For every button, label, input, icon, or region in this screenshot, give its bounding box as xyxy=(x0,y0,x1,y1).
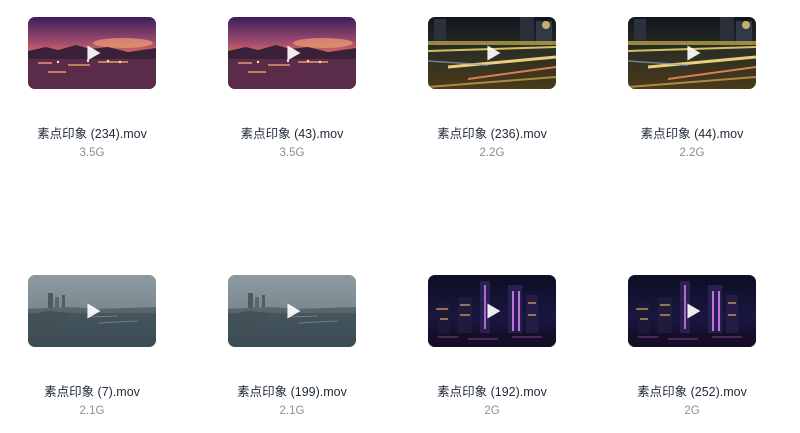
file-tile[interactable]: 素点印象 (234).mov 3.5G xyxy=(0,17,192,160)
file-grid: 素点印象 (234).mov 3.5G 素点印象 (43).mov 3.5G 素点印象 … xyxy=(0,0,800,433)
file-tile[interactable]: 素点印象 (236).mov 2.2G xyxy=(392,17,592,160)
file-size: 2.1G xyxy=(279,405,305,417)
file-tile[interactable]: 素点印象 (252).mov 2G xyxy=(592,275,792,418)
play-icon xyxy=(687,45,701,61)
file-name[interactable]: 素点印象 (43).mov xyxy=(192,126,392,142)
file-tile[interactable]: 素点印象 (44).mov 2.2G xyxy=(592,17,792,160)
file-name[interactable]: 素点印象 (7).mov xyxy=(0,384,192,400)
video-thumbnail[interactable] xyxy=(628,275,756,347)
play-icon xyxy=(487,45,501,61)
file-name[interactable]: 素点印象 (236).mov xyxy=(392,126,592,142)
file-size: 2G xyxy=(684,405,700,417)
play-icon xyxy=(687,303,701,319)
file-tile[interactable]: 素点印象 (192).mov 2G xyxy=(392,275,592,418)
file-name[interactable]: 素点印象 (199).mov xyxy=(192,384,392,400)
file-name[interactable]: 素点印象 (44).mov xyxy=(592,126,792,142)
video-thumbnail[interactable] xyxy=(228,275,356,347)
file-name[interactable]: 素点印象 (192).mov xyxy=(392,384,592,400)
file-size: 2.2G xyxy=(479,147,505,159)
file-size: 3.5G xyxy=(79,147,105,159)
video-thumbnail[interactable] xyxy=(228,17,356,89)
file-name[interactable]: 素点印象 (252).mov xyxy=(592,384,792,400)
file-tile[interactable]: 素点印象 (199).mov 2.1G xyxy=(192,275,392,418)
file-tile[interactable]: 素点印象 (7).mov 2.1G xyxy=(0,275,192,418)
file-size: 2G xyxy=(484,405,500,417)
play-icon xyxy=(287,45,301,61)
video-thumbnail[interactable] xyxy=(28,17,156,89)
file-name[interactable]: 素点印象 (234).mov xyxy=(0,126,192,142)
video-thumbnail[interactable] xyxy=(628,17,756,89)
play-icon xyxy=(87,303,101,319)
play-icon xyxy=(287,303,301,319)
file-size: 2.1G xyxy=(79,405,105,417)
file-tile[interactable]: 素点印象 (43).mov 3.5G xyxy=(192,17,392,160)
play-icon xyxy=(87,45,101,61)
video-thumbnail[interactable] xyxy=(28,275,156,347)
file-size: 3.5G xyxy=(279,147,305,159)
file-size: 2.2G xyxy=(679,147,705,159)
play-icon xyxy=(487,303,501,319)
video-thumbnail[interactable] xyxy=(428,17,556,89)
video-thumbnail[interactable] xyxy=(428,275,556,347)
